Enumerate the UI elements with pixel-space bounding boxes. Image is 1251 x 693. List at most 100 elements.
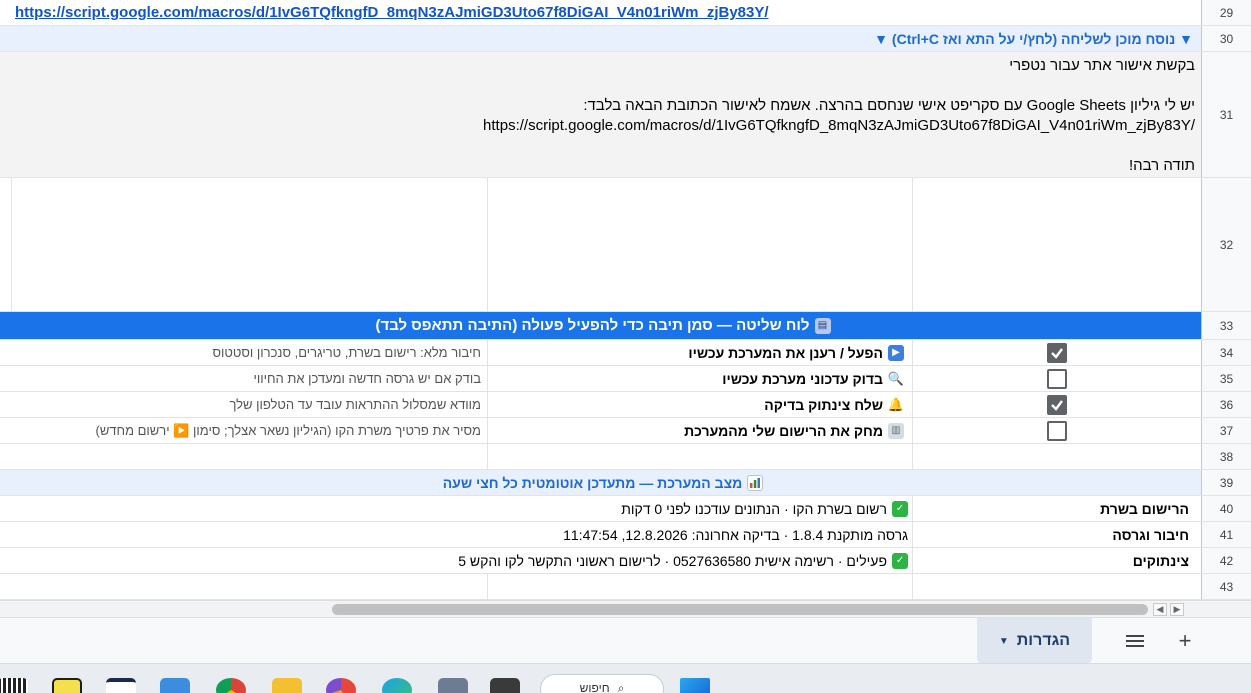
bar-chart-icon [747,474,764,491]
check-mark-icon: ✓ [892,552,908,569]
row-40: הרישום בשרת ✓ רשום בשרת הקו · הנתונים עו… [0,496,1251,522]
status-value-cell[interactable]: ✓ רשום בשרת הקו · הנתונים עודכנו לפני 0 … [11,496,912,521]
status-label-cell[interactable]: הרישום בשרת [912,496,1201,521]
trash-icon: ▥ [888,422,904,439]
action-cell[interactable]: ▶ הפעל / רענן את המערכת עכשיו [487,340,912,365]
description-cell[interactable]: מוודא שמסלול ההתראות עובד עד הטלפון שלך [11,392,487,417]
status-value: פעילים · רשימה אישית 0527636580 · לרישום… [458,552,887,569]
row-33: ▤ לוח שליטה — סמן תיבה כדי להפעיל פעולה … [0,312,1251,340]
z-app-icon[interactable] [106,678,136,693]
status-value: גרסה מותקנת 1.8.4 · בדיקה אחרונה: 12.8.2… [563,526,908,543]
pie-app-icon[interactable] [326,678,356,693]
row-number[interactable]: 42 [1201,548,1251,573]
request-line-3: https://script.google.com/macros/d/1IvG6… [483,117,1195,134]
chrome-icon[interactable] [216,678,246,693]
check-mark-icon: ✓ [892,500,908,517]
play-button-icon: ▶ [888,344,904,361]
description-cell[interactable]: מסיר את פרטיך משרת הקו (הגיליון נשאר אצל… [11,418,487,443]
row-number[interactable]: 34 [1201,340,1251,365]
checkbox-cell[interactable] [912,418,1201,443]
status-label-cell[interactable]: צינתוקים [912,548,1201,573]
action-label: שלח צינתוק בדיקה [764,396,883,413]
row-number[interactable]: 38 [1201,444,1251,469]
row-36: 🔔 שלח צינתוק בדיקה מוודא שמסלול ההתראות … [0,392,1251,418]
row-31: בקשת אישור אתר עבור נטפרי יש לי גיליון G… [0,52,1251,178]
row-35: 🔍 בדוק עדכוני מערכת עכשיו בודק אם יש גרס… [0,366,1251,392]
row-37: ▥ מחק את הרישום שלי מהמערכת מסיר את פרטי… [0,418,1251,444]
action-label: הפעל / רענן את המערכת עכשיו [688,344,883,361]
checkbox-cell[interactable] [912,340,1201,365]
checkbox-cell[interactable] [912,366,1201,391]
request-line-4: תודה רבה! [1128,157,1195,174]
row-number[interactable]: 41 [1201,522,1251,547]
status-label: חיבור וגרסה [1112,526,1189,543]
zip-archive-app-icon[interactable] [52,678,82,693]
row-number[interactable]: 36 [1201,392,1251,417]
row-number[interactable]: 32 [1201,178,1251,311]
bell-icon: 🔔 [887,396,905,412]
row-39: מצב המערכת — מתעדכן אוטומטית כל חצי שעה … [0,470,1251,496]
app-window-icon[interactable] [160,678,190,693]
row-number[interactable]: 30 [1201,26,1251,51]
description-cell[interactable]: חיבור מלא: רישום בשרת, טריגרים, סנכרון ו… [11,340,487,365]
status-value-cell[interactable]: ✓ פעילים · רשימה אישית 0527636580 · לריש… [11,548,912,573]
action-description: בודק אם יש גרסה חדשה ומעדכן את החיווי [253,371,481,386]
ready-text-title: ▼ נוסח מוכן לשליחה (לחץ/י על התא ואז Ctr… [874,30,1193,47]
action-description: חיבור מלא: רישום בשרת, טריגרים, סנכרון ו… [212,345,482,360]
action-description: מסיר את פרטיך משרת הקו (הגיליון נשאר אצל… [95,422,481,438]
terminal-icon[interactable] [490,678,520,693]
status-label-cell[interactable]: חיבור וגרסה [912,522,1201,547]
status-value: רשום בשרת הקו · הנתונים עודכנו לפני 0 דק… [621,500,887,517]
windows-start-icon[interactable] [680,678,710,693]
script-url-link[interactable]: https://script.google.com/macros/d/1IvG6… [15,4,769,21]
sheet-tabs-bar: + הגדרות ▼ [0,617,1251,664]
scrollbar-thumb[interactable] [332,604,1148,615]
url-cell[interactable]: https://script.google.com/macros/d/1IvG6… [11,0,1201,25]
row-41: חיבור וגרסה גרסה מותקנת 1.8.4 · בדיקה אח… [0,522,1251,548]
ready-text-header[interactable]: ▼ נוסח מוכן לשליחה (לחץ/י על התא ואז Ctr… [11,26,1201,51]
calculator-icon[interactable] [438,678,468,693]
system-status-header[interactable]: מצב המערכת — מתעדכן אוטומטית כל חצי שעה [11,470,1201,495]
chevron-down-icon[interactable]: ▼ [999,636,1009,647]
all-sheets-button[interactable] [1120,626,1150,656]
sheet-tab-label: הגדרות [1016,632,1071,649]
taskbar-search-box[interactable]: חיפוש ⌕ [540,674,664,693]
check-updates-checkbox[interactable] [1046,368,1067,389]
checkbox-cell[interactable] [912,392,1201,417]
request-text-cell[interactable]: בקשת אישור אתר עבור נטפרי יש לי גיליון G… [11,52,1201,177]
horizontal-scrollbar[interactable]: ◀ ▶ [0,600,1251,617]
action-cell[interactable]: 🔍 בדוק עדכוני מערכת עכשיו [487,366,912,391]
search-text: חיפוש [579,681,610,693]
row-number[interactable]: 33 [1201,312,1251,339]
status-label: הרישום בשרת [1100,500,1189,517]
test-notification-checkbox[interactable] [1046,394,1067,415]
control-panel-header[interactable]: ▤ לוח שליטה — סמן תיבה כדי להפעיל פעולה … [11,312,1201,339]
row-number[interactable]: 31 [1201,52,1251,177]
row-29: https://script.google.com/macros/d/1IvG6… [0,0,1251,26]
row-number[interactable]: 43 [1201,574,1251,599]
action-cell[interactable]: ▥ מחק את הרישום שלי מהמערכת [487,418,912,443]
row-number[interactable]: 39 [1201,470,1251,495]
edge-icon[interactable] [382,678,412,693]
row-number[interactable]: 40 [1201,496,1251,521]
delete-registration-checkbox[interactable] [1046,420,1067,441]
request-line-2: יש לי גיליון Google Sheets עם סקריפט איש… [583,97,1195,114]
system-status-title: מצב המערכת — מתעדכן אוטומטית כל חצי שעה [442,474,743,491]
row-number[interactable]: 29 [1201,0,1251,25]
scroll-right-arrow[interactable]: ▶ [1170,603,1184,616]
folder-icon[interactable] [272,678,302,693]
action-cell[interactable]: 🔔 שלח צינתוק בדיקה [487,392,912,417]
magnifier-icon: 🔍 [887,370,905,386]
action-label: בדוק עדכוני מערכת עכשיו [722,370,883,387]
refresh-system-checkbox[interactable] [1046,342,1067,363]
status-value-cell[interactable]: גרסה מותקנת 1.8.4 · בדיקה אחרונה: 12.8.2… [11,522,912,547]
row-30: ▼ נוסח מוכן לשליחה (לחץ/י על התא ואז Ctr… [0,26,1251,52]
add-sheet-button[interactable]: + [1170,626,1200,656]
sheet-tab-settings[interactable]: הגדרות ▼ [977,618,1092,664]
scroll-left-arrow[interactable]: ◀ [1153,603,1167,616]
description-cell[interactable]: בודק אם יש גרסה חדשה ומעדכן את החיווי [11,366,487,391]
qr-code-app-icon[interactable] [0,678,28,693]
row-number[interactable]: 37 [1201,418,1251,443]
request-line-1: בקשת אישור אתר עבור נטפרי [1009,57,1195,74]
row-number[interactable]: 35 [1201,366,1251,391]
